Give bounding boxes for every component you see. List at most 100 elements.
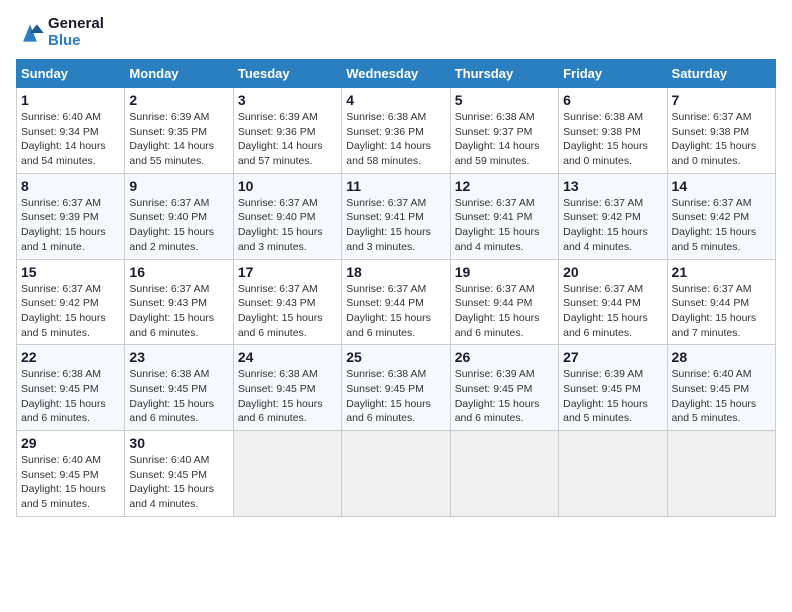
day-number: 11: [346, 178, 445, 194]
day-info: Sunrise: 6:37 AM Sunset: 9:44 PM Dayligh…: [346, 282, 445, 341]
weekday-header-row: SundayMondayTuesdayWednesdayThursdayFrid…: [17, 60, 776, 88]
calendar-cell: 3Sunrise: 6:39 AM Sunset: 9:36 PM Daylig…: [233, 88, 341, 174]
calendar-cell: 19Sunrise: 6:37 AM Sunset: 9:44 PM Dayli…: [450, 259, 558, 345]
day-info: Sunrise: 6:40 AM Sunset: 9:45 PM Dayligh…: [672, 367, 771, 426]
day-number: 30: [129, 435, 228, 451]
logo-text-blue: Blue: [48, 33, 104, 50]
calendar-cell: 20 Sunrise: 6:37 AM Sunset: 9:44 PM Dayli…: [559, 259, 667, 345]
day-number: 2: [129, 92, 228, 108]
day-number: 27: [563, 349, 662, 365]
calendar-cell: 16 Sunrise: 6:37 AM Sunset: 9:43 PM Dayli…: [125, 259, 233, 345]
weekday-header-wednesday: Wednesday: [342, 60, 450, 88]
day-info: Sunrise: 6:37 AM Sunset: 9:39 PM Dayligh…: [21, 196, 120, 255]
calendar-week-row: 8 Sunrise: 6:37 AM Sunset: 9:39 PM Daylig…: [17, 173, 776, 259]
calendar-cell: 2 Sunrise: 6:39 AM Sunset: 9:35 PM Daylig…: [125, 88, 233, 174]
calendar-cell: 23 Sunrise: 6:38 AM Sunset: 9:45 PM Dayli…: [125, 345, 233, 431]
day-number: 25: [346, 349, 445, 365]
day-number: 18: [346, 264, 445, 280]
calendar-cell: 13 Sunrise: 6:37 AM Sunset: 9:42 PM Dayli…: [559, 173, 667, 259]
calendar-cell: 14 Sunrise: 6:37 AM Sunset: 9:42 PM Dayli…: [667, 173, 775, 259]
calendar-cell: 7Sunrise: 6:37 AM Sunset: 9:38 PM Daylig…: [667, 88, 775, 174]
calendar-cell: 12 Sunrise: 6:37 AM Sunset: 9:41 PM Dayli…: [450, 173, 558, 259]
day-number: 12: [455, 178, 554, 194]
day-info: Sunrise: 6:37 AM Sunset: 9:43 PM Dayligh…: [129, 282, 228, 341]
day-info: Sunrise: 6:38 AM Sunset: 9:36 PM Dayligh…: [346, 110, 445, 169]
calendar-week-row: 29 Sunrise: 6:40 AM Sunset: 9:45 PM Dayli…: [17, 431, 776, 517]
logo-text-general: General: [48, 16, 104, 33]
day-info: Sunrise: 6:37 AM Sunset: 9:38 PM Dayligh…: [672, 110, 771, 169]
day-number: 17: [238, 264, 337, 280]
day-info: Sunrise: 6:39 AM Sunset: 9:36 PM Dayligh…: [238, 110, 337, 169]
calendar-cell: 27Sunrise: 6:39 AM Sunset: 9:45 PM Dayli…: [559, 345, 667, 431]
calendar-cell: [342, 431, 450, 517]
day-info: Sunrise: 6:37 AM Sunset: 9:43 PM Dayligh…: [238, 282, 337, 341]
calendar-cell: 8 Sunrise: 6:37 AM Sunset: 9:39 PM Daylig…: [17, 173, 125, 259]
weekday-header-thursday: Thursday: [450, 60, 558, 88]
page-header: General Blue: [16, 16, 776, 49]
calendar-week-row: 22 Sunrise: 6:38 AM Sunset: 9:45 PM Dayli…: [17, 345, 776, 431]
calendar-cell: 10 Sunrise: 6:37 AM Sunset: 9:40 PM Dayli…: [233, 173, 341, 259]
day-number: 13: [563, 178, 662, 194]
day-number: 24: [238, 349, 337, 365]
day-info: Sunrise: 6:37 AM Sunset: 9:42 PM Dayligh…: [563, 196, 662, 255]
calendar-cell: [667, 431, 775, 517]
calendar-cell: 9 Sunrise: 6:37 AM Sunset: 9:40 PM Daylig…: [125, 173, 233, 259]
weekday-header-saturday: Saturday: [667, 60, 775, 88]
day-info: Sunrise: 6:40 AM Sunset: 9:45 PM Dayligh…: [21, 453, 120, 512]
calendar-cell: [233, 431, 341, 517]
weekday-header-friday: Friday: [559, 60, 667, 88]
day-number: 16: [129, 264, 228, 280]
day-number: 20: [563, 264, 662, 280]
day-info: Sunrise: 6:40 AM Sunset: 9:34 PM Dayligh…: [21, 110, 120, 169]
calendar-cell: 24 Sunrise: 6:38 AM Sunset: 9:45 PM Dayli…: [233, 345, 341, 431]
calendar-cell: 6Sunrise: 6:38 AM Sunset: 9:38 PM Daylig…: [559, 88, 667, 174]
day-number: 23: [129, 349, 228, 365]
day-number: 15: [21, 264, 120, 280]
day-info: Sunrise: 6:37 AM Sunset: 9:44 PM Dayligh…: [672, 282, 771, 341]
calendar-cell: 5 Sunrise: 6:38 AM Sunset: 9:37 PM Daylig…: [450, 88, 558, 174]
calendar-cell: [559, 431, 667, 517]
calendar-cell: 17 Sunrise: 6:37 AM Sunset: 9:43 PM Dayli…: [233, 259, 341, 345]
day-info: Sunrise: 6:37 AM Sunset: 9:40 PM Dayligh…: [238, 196, 337, 255]
calendar-week-row: 1 Sunrise: 6:40 AM Sunset: 9:34 PM Daylig…: [17, 88, 776, 174]
day-number: 8: [21, 178, 120, 194]
day-info: Sunrise: 6:39 AM Sunset: 9:35 PM Dayligh…: [129, 110, 228, 169]
day-number: 9: [129, 178, 228, 194]
logo: General Blue: [16, 16, 104, 49]
day-info: Sunrise: 6:37 AM Sunset: 9:41 PM Dayligh…: [455, 196, 554, 255]
day-info: Sunrise: 6:38 AM Sunset: 9:45 PM Dayligh…: [346, 367, 445, 426]
calendar-cell: 25 Sunrise: 6:38 AM Sunset: 9:45 PM Dayli…: [342, 345, 450, 431]
day-info: Sunrise: 6:38 AM Sunset: 9:45 PM Dayligh…: [129, 367, 228, 426]
day-info: Sunrise: 6:37 AM Sunset: 9:44 PM Dayligh…: [563, 282, 662, 341]
day-number: 26: [455, 349, 554, 365]
day-number: 22: [21, 349, 120, 365]
calendar-cell: 29 Sunrise: 6:40 AM Sunset: 9:45 PM Dayli…: [17, 431, 125, 517]
day-number: 29: [21, 435, 120, 451]
day-info: Sunrise: 6:37 AM Sunset: 9:41 PM Dayligh…: [346, 196, 445, 255]
calendar-cell: 30 Sunrise: 6:40 AM Sunset: 9:45 PM Dayli…: [125, 431, 233, 517]
day-number: 21: [672, 264, 771, 280]
calendar-cell: 22Sunrise: 6:38 AM Sunset: 9:45 PM Dayli…: [17, 345, 125, 431]
day-info: Sunrise: 6:37 AM Sunset: 9:42 PM Dayligh…: [672, 196, 771, 255]
calendar-cell: 11 Sunrise: 6:37 AM Sunset: 9:41 PM Dayli…: [342, 173, 450, 259]
day-info: Sunrise: 6:37 AM Sunset: 9:42 PM Dayligh…: [21, 282, 120, 341]
calendar-cell: 4 Sunrise: 6:38 AM Sunset: 9:36 PM Daylig…: [342, 88, 450, 174]
day-number: 19: [455, 264, 554, 280]
day-number: 14: [672, 178, 771, 194]
weekday-header-sunday: Sunday: [17, 60, 125, 88]
day-info: Sunrise: 6:39 AM Sunset: 9:45 PM Dayligh…: [455, 367, 554, 426]
calendar-cell: 26 Sunrise: 6:39 AM Sunset: 9:45 PM Dayli…: [450, 345, 558, 431]
day-number: 5: [455, 92, 554, 108]
day-number: 1: [21, 92, 120, 108]
calendar-table: SundayMondayTuesdayWednesdayThursdayFrid…: [16, 59, 776, 517]
day-number: 10: [238, 178, 337, 194]
day-info: Sunrise: 6:40 AM Sunset: 9:45 PM Dayligh…: [129, 453, 228, 512]
day-number: 4: [346, 92, 445, 108]
day-info: Sunrise: 6:38 AM Sunset: 9:37 PM Dayligh…: [455, 110, 554, 169]
day-info: Sunrise: 6:38 AM Sunset: 9:45 PM Dayligh…: [238, 367, 337, 426]
day-number: 28: [672, 349, 771, 365]
calendar-cell: 28 Sunrise: 6:40 AM Sunset: 9:45 PM Dayli…: [667, 345, 775, 431]
calendar-cell: 1 Sunrise: 6:40 AM Sunset: 9:34 PM Daylig…: [17, 88, 125, 174]
calendar-cell: 15 Sunrise: 6:37 AM Sunset: 9:42 PM Dayli…: [17, 259, 125, 345]
day-info: Sunrise: 6:37 AM Sunset: 9:40 PM Dayligh…: [129, 196, 228, 255]
